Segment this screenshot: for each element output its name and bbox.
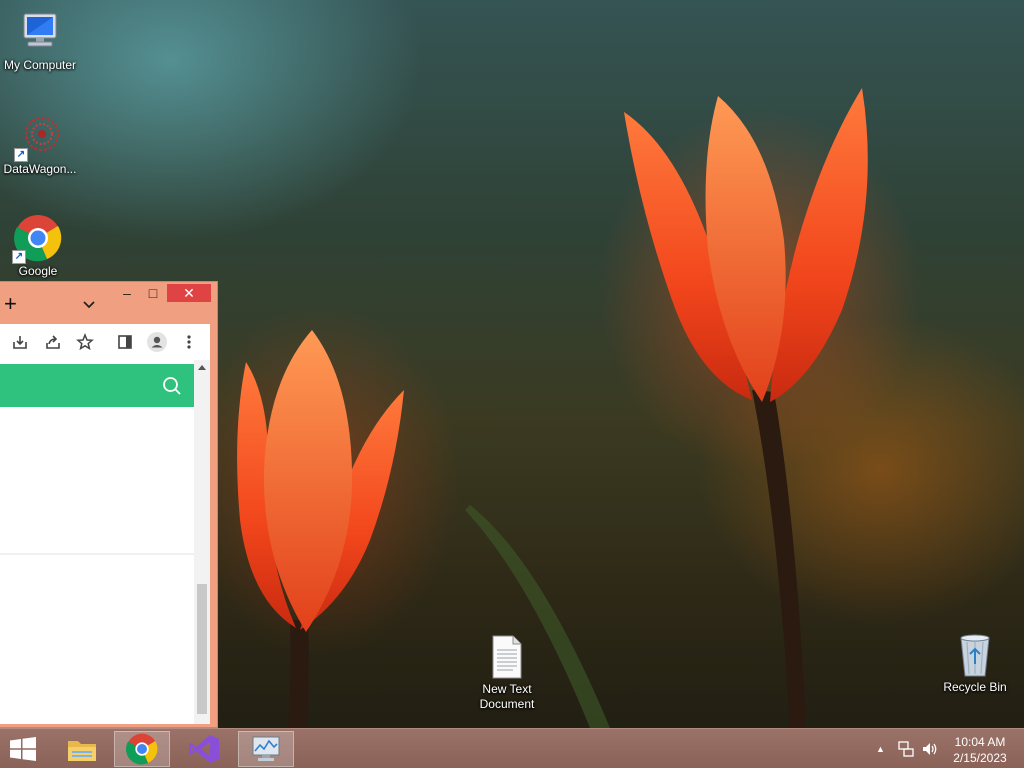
browser-title-bar[interactable]: + – □ ✕: [0, 282, 217, 322]
volume-icon[interactable]: [921, 741, 939, 757]
side-panel-button[interactable]: [116, 333, 134, 351]
browser-toolbar: [0, 324, 210, 360]
desktop-icon-label: Recycle Bin: [943, 680, 1007, 694]
desktop-icon-google-chrome[interactable]: ↗ Google: [0, 214, 78, 278]
close-button[interactable]: ✕: [167, 284, 211, 302]
browser-window[interactable]: + – □ ✕: [0, 281, 218, 728]
taskbar-google-chrome[interactable]: [114, 731, 170, 767]
content-divider: [0, 553, 194, 555]
clock-time: 10:04 AM: [954, 735, 1006, 749]
share-button[interactable]: [44, 333, 62, 351]
clock-date: 2/15/2023: [953, 751, 1007, 765]
star-icon: [76, 333, 94, 351]
computer-icon: [23, 13, 57, 47]
desktop-icon-recycle-bin[interactable]: Recycle Bin: [935, 630, 1015, 694]
taskbar-file-explorer[interactable]: [54, 731, 110, 767]
system-clock[interactable]: 10:04 AM 2/15/2023: [940, 734, 1020, 766]
network-icon[interactable]: [898, 741, 914, 757]
page-content: [0, 360, 210, 724]
tab-search-chevron-icon[interactable]: [82, 298, 96, 312]
search-icon[interactable]: [162, 376, 182, 396]
new-tab-button[interactable]: +: [4, 293, 17, 315]
desktop-icon-label: My Computer: [3, 58, 77, 72]
avatar-icon: [147, 332, 167, 352]
text-document-icon: [492, 635, 522, 679]
install-icon: [13, 336, 27, 349]
maximize-button[interactable]: □: [140, 284, 166, 302]
scrollbar-thumb[interactable]: [197, 584, 207, 714]
folder-icon: [68, 741, 96, 761]
browser-menu-button[interactable]: [180, 333, 198, 351]
share-icon: [46, 335, 60, 349]
shortcut-arrow-icon: ↗: [12, 250, 26, 264]
desktop-icon-label: DataWagon...: [3, 162, 77, 176]
taskbar: ▲ 10:04 AM 2/15/2023: [0, 728, 1024, 768]
desktop-icon-my-computer[interactable]: My Computer: [0, 8, 80, 72]
desktop-icon-datawagon[interactable]: ↗ DataWagon...: [0, 112, 80, 176]
desktop-icon-label: New Text Document: [479, 682, 535, 711]
start-button[interactable]: [0, 731, 46, 767]
more-vertical-icon: [187, 335, 191, 349]
chrome-icon: [126, 733, 158, 765]
visual-studio-icon: [189, 735, 219, 763]
shortcut-arrow-icon: ↗: [14, 148, 28, 162]
bookmark-star-button[interactable]: [76, 333, 94, 351]
recycle-bin-icon: [960, 634, 990, 677]
install-app-button[interactable]: [11, 333, 29, 351]
taskbar-visual-studio[interactable]: [176, 731, 232, 767]
site-search-bar[interactable]: [0, 364, 194, 407]
tray-overflow-arrow[interactable]: ▲: [876, 744, 885, 754]
side-panel-icon: [118, 335, 132, 349]
windows-logo-icon: [10, 737, 36, 761]
profile-button[interactable]: [147, 332, 167, 352]
vertical-scrollbar[interactable]: [194, 360, 210, 724]
minimize-button[interactable]: –: [114, 284, 140, 302]
monitor-chart-icon: [252, 736, 280, 761]
desktop-icon-label: Google: [18, 264, 58, 278]
taskbar-resource-monitor[interactable]: [238, 731, 294, 767]
scroll-up-arrow-icon[interactable]: [198, 365, 206, 370]
desktop-icon-new-text-document[interactable]: New Text Document: [467, 634, 547, 712]
